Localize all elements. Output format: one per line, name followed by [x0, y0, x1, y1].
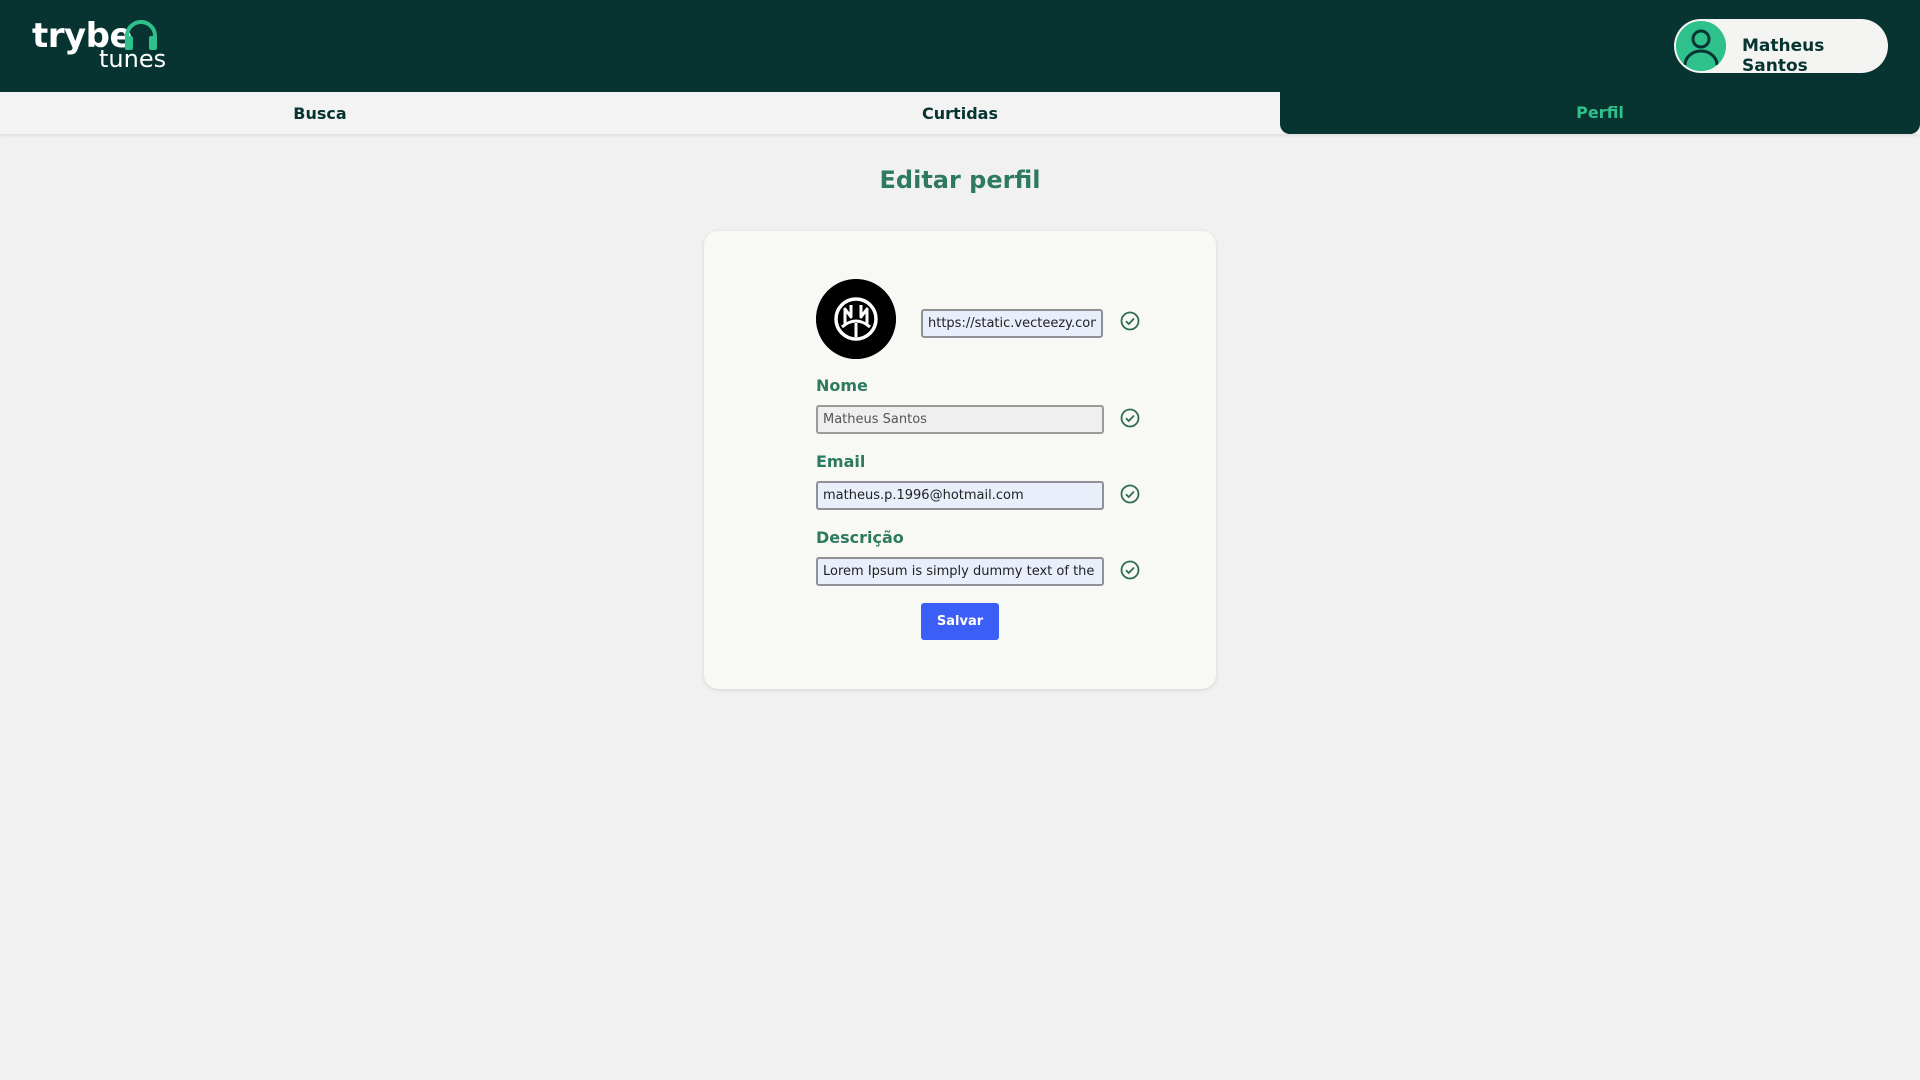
check-circle-icon	[1120, 484, 1140, 504]
main-nav: Busca Curtidas Perfil	[0, 91, 1920, 134]
profile-image	[816, 279, 896, 359]
tab-curtidas[interactable]: Curtidas	[640, 92, 1280, 134]
email-label: Email	[816, 452, 866, 471]
user-name: Matheus Santos	[1742, 36, 1825, 76]
tab-busca[interactable]: Busca	[0, 92, 640, 134]
edit-profile-card: Nome Email Descrição Salvar	[704, 231, 1216, 689]
save-button[interactable]: Salvar	[921, 603, 999, 640]
tab-perfil[interactable]: Perfil	[1280, 91, 1920, 134]
logo-subword: tunes	[99, 45, 167, 73]
image-url-input[interactable]	[921, 309, 1103, 338]
name-label: Nome	[816, 376, 868, 395]
app-header: trybe tunes Matheus Santos	[0, 0, 1920, 92]
check-circle-icon	[1120, 560, 1140, 580]
page-title: Editar perfil	[879, 166, 1041, 194]
trybetunes-logo[interactable]: trybe tunes	[32, 16, 172, 76]
user-avatar-icon	[1676, 21, 1726, 71]
user-profile-pill[interactable]: Matheus Santos	[1674, 19, 1888, 76]
email-input[interactable]	[816, 481, 1104, 510]
description-label: Descrição	[816, 528, 904, 547]
check-circle-icon	[1120, 311, 1140, 331]
name-input[interactable]	[816, 405, 1104, 434]
description-input[interactable]	[816, 557, 1104, 586]
profile-logo-icon	[816, 279, 896, 359]
check-circle-icon	[1120, 408, 1140, 428]
